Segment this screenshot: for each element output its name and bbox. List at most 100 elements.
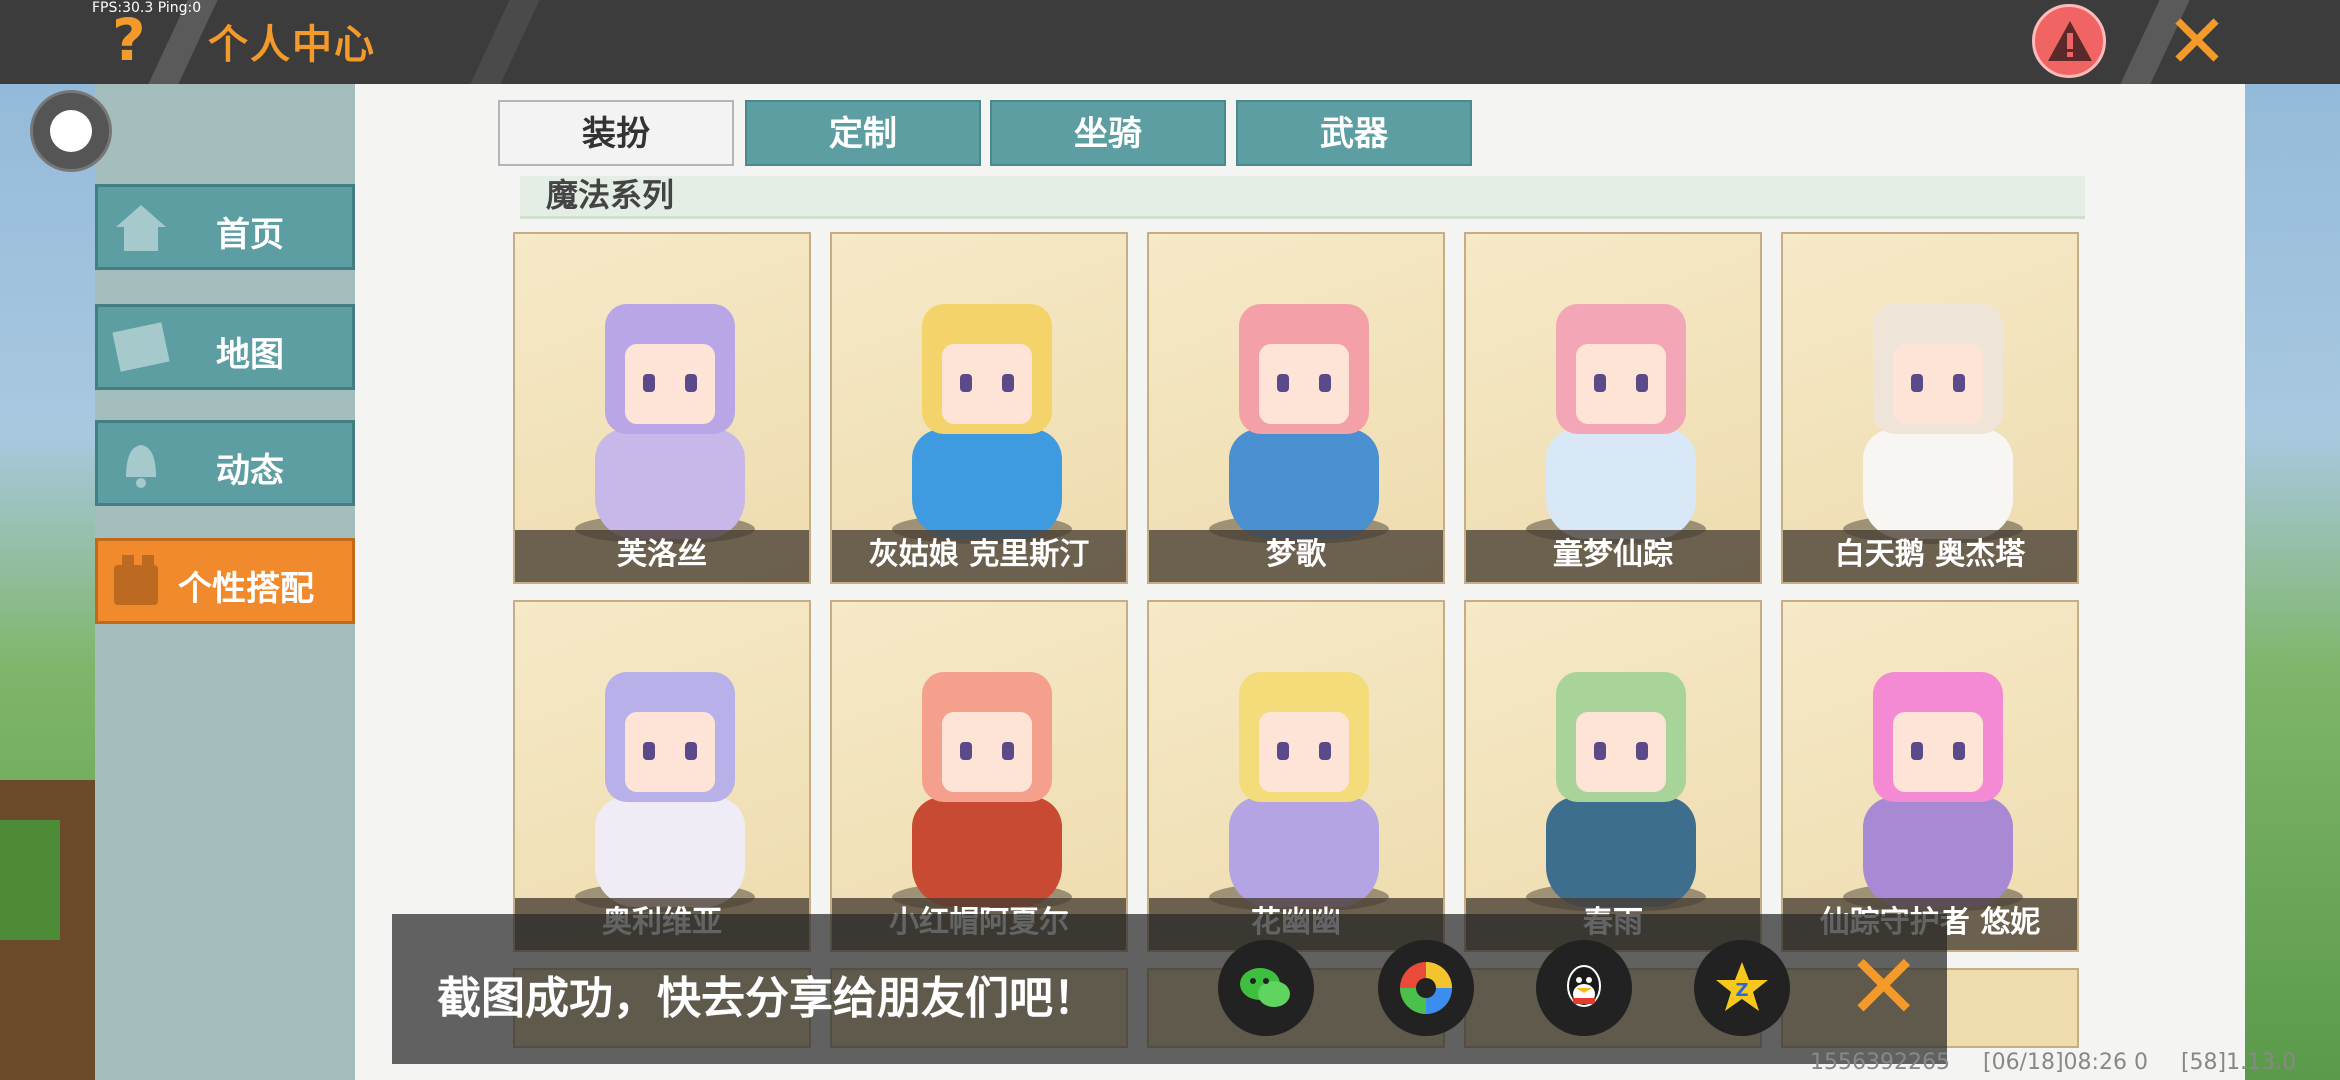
character-outfit	[1546, 797, 1696, 907]
character-face	[942, 712, 1032, 792]
skin-card[interactable]: 灰姑娘 克里斯汀	[830, 232, 1128, 584]
character-eye	[1911, 742, 1923, 760]
sidebar-item-map[interactable]: 地图	[95, 304, 355, 390]
skin-card[interactable]: 仙踪守护者 悠妮	[1781, 600, 2079, 952]
toast-message: 截图成功，快去分享给朋友们吧！	[437, 973, 1097, 1024]
tab-customize[interactable]: 定制	[745, 100, 981, 166]
character-outfit	[1546, 429, 1696, 539]
skin-name: 灰姑娘 克里斯汀	[832, 530, 1126, 582]
character-eye	[685, 374, 697, 392]
divider	[470, 0, 540, 84]
character-face	[1893, 344, 1983, 424]
warning-icon	[2048, 21, 2092, 61]
character-face	[1576, 712, 1666, 792]
character-eye	[1319, 742, 1331, 760]
character-eye	[1277, 742, 1289, 760]
character-face	[1576, 344, 1666, 424]
character-avatar	[565, 642, 763, 912]
tab-weapon[interactable]: 武器	[1236, 100, 1472, 166]
sidebar-item-label: 首页	[216, 215, 284, 255]
character-outfit	[912, 429, 1062, 539]
character-face	[942, 344, 1032, 424]
skin-card[interactable]: 春雨	[1464, 600, 1762, 952]
user-id: 1556392265	[1810, 1050, 1950, 1075]
skin-name: 芙洛丝	[515, 530, 809, 582]
character-avatar	[1199, 642, 1397, 912]
close-icon[interactable]: ✕	[2166, 0, 2228, 84]
wechat-icon	[1240, 968, 1290, 1007]
character-eye	[1594, 374, 1606, 392]
character-eye	[1636, 742, 1648, 760]
background-grass	[0, 820, 60, 940]
qq-icon	[1567, 965, 1601, 1007]
floating-menu-button[interactable]	[30, 90, 112, 172]
skin-card[interactable]: 童梦仙踪	[1464, 232, 1762, 584]
character-outfit	[1229, 429, 1379, 539]
character-avatar	[1199, 274, 1397, 544]
character-outfit	[1229, 797, 1379, 907]
skin-card[interactable]: 奥利维亚	[513, 600, 811, 952]
character-outfit	[1863, 429, 2013, 539]
character-eye	[960, 742, 972, 760]
character-face	[1893, 712, 1983, 792]
series-title: 魔法系列	[546, 176, 675, 214]
version: [58]1.13.0	[2180, 1050, 2297, 1075]
svg-text:Z: Z	[1735, 980, 1748, 1001]
map-icon	[112, 322, 170, 372]
share-wechat-button[interactable]	[1218, 940, 1314, 1036]
character-avatar	[882, 274, 1080, 544]
share-qzone-button[interactable]: Z	[1694, 940, 1790, 1036]
skin-card[interactable]: 小红帽阿夏尔	[830, 600, 1128, 952]
sidebar-item-label: 动态	[216, 451, 284, 491]
character-eye	[1953, 374, 1965, 392]
sidebar-item-home[interactable]: 首页	[95, 184, 355, 270]
character-eye	[1277, 374, 1289, 392]
skin-card[interactable]: 芙洛丝	[513, 232, 811, 584]
character-outfit	[595, 429, 745, 539]
qzone-icon: Z	[1716, 962, 1768, 1011]
footer-info: 1556392265 [06/18]08:26 0 [58]1.13.0	[1810, 1050, 2322, 1075]
character-face	[1259, 344, 1349, 424]
character-eye	[1594, 742, 1606, 760]
series-header: 魔法系列	[520, 176, 2085, 219]
character-face	[625, 344, 715, 424]
fps-readout: FPS:30.3 Ping:0	[92, 0, 202, 16]
sidebar-item-label: 个性搭配	[178, 569, 314, 609]
home-icon	[116, 205, 166, 251]
sidebar-item-feed[interactable]: 动态	[95, 420, 355, 506]
skin-card[interactable]: 梦歌	[1147, 232, 1445, 584]
share-qq-button[interactable]	[1536, 940, 1632, 1036]
report-button[interactable]	[2032, 4, 2106, 78]
share-moments-button[interactable]	[1378, 940, 1474, 1036]
skin-name: 白天鹅 奥杰塔	[1783, 530, 2077, 582]
character-avatar	[1833, 642, 2031, 912]
skin-name: 梦歌	[1149, 530, 1443, 582]
character-eye	[685, 742, 697, 760]
character-outfit	[595, 797, 745, 907]
character-outfit	[912, 797, 1062, 907]
skin-card[interactable]: 白天鹅 奥杰塔	[1781, 232, 2079, 584]
skin-name: 童梦仙踪	[1466, 530, 1760, 582]
help-icon[interactable]: ?	[112, 6, 146, 74]
character-eye	[643, 742, 655, 760]
bell-icon	[126, 445, 156, 488]
character-eye	[1002, 742, 1014, 760]
character-outfit	[1863, 797, 2013, 907]
tab-mount[interactable]: 坐骑	[990, 100, 1226, 166]
close-toast-icon[interactable]: ✕	[1846, 940, 1921, 1036]
character-avatar	[565, 274, 763, 544]
character-eye	[1002, 374, 1014, 392]
character-avatar	[1833, 274, 2031, 544]
sidebar-item-outfit[interactable]: 个性搭配	[95, 538, 355, 624]
tab-dress-up[interactable]: 装扮	[498, 100, 734, 166]
character-avatar	[1516, 274, 1714, 544]
character-avatar	[882, 642, 1080, 912]
sidebar-item-label: 地图	[216, 335, 284, 375]
character-face	[625, 712, 715, 792]
character-eye	[1319, 374, 1331, 392]
character-eye	[1911, 374, 1923, 392]
moments-icon	[1400, 962, 1452, 1014]
character-eye	[960, 374, 972, 392]
skin-card[interactable]: 花幽幽	[1147, 600, 1445, 952]
character-face	[1259, 712, 1349, 792]
